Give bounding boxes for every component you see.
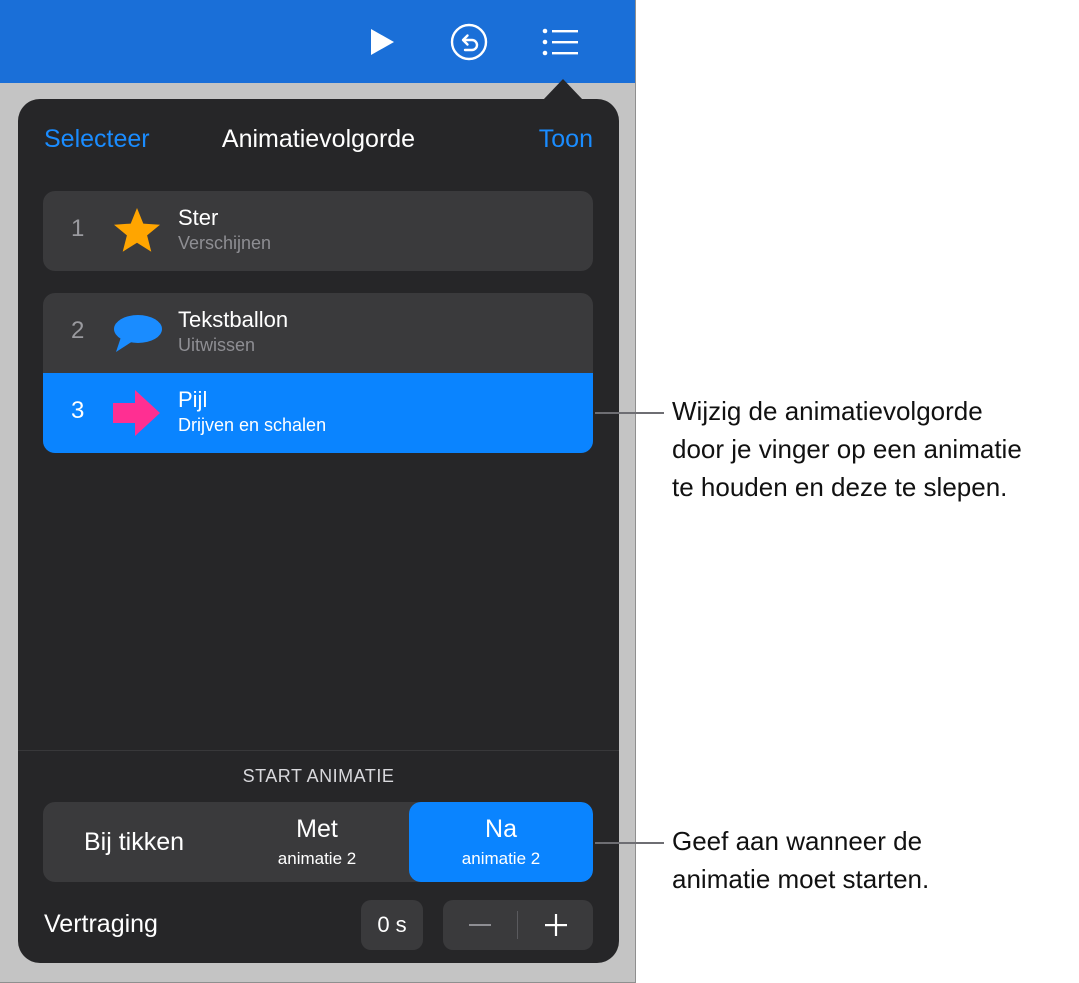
start-animation-segmented-control: Bij tikken Met animatie 2 Na animatie 2 [43, 802, 593, 882]
delay-stepper [443, 900, 593, 950]
segment-on-tap[interactable]: Bij tikken [43, 802, 225, 882]
animation-order-popover: Selecteer Animatievolgorde Toon 1 Ster V… [18, 99, 619, 963]
animation-row-speech-bubble[interactable]: 2 Tekstballon Uitwissen [43, 293, 593, 373]
segment-sublabel: animatie 2 [277, 849, 357, 868]
animation-name: Pijl [178, 387, 208, 412]
delay-value-field[interactable]: 0 s [361, 900, 423, 950]
popover-arrow [543, 79, 583, 100]
undo-button[interactable] [449, 22, 489, 62]
delay-label: Vertraging [44, 910, 158, 938]
animation-number: 2 [71, 317, 85, 344]
animation-number: 3 [71, 397, 85, 424]
section-divider [18, 750, 619, 751]
segment-label: Na [485, 815, 517, 843]
segment-label: Bij tikken [83, 828, 185, 856]
decrement-button[interactable] [443, 900, 517, 950]
animation-number: 1 [71, 215, 85, 242]
animation-row-star[interactable]: 1 Ster Verschijnen [43, 191, 593, 271]
animation-group-1: 1 Ster Verschijnen [43, 191, 593, 271]
callout-leader-line [595, 412, 664, 414]
animation-name: Ster [178, 205, 219, 230]
segment-with-animation[interactable]: Met animatie 2 [225, 802, 409, 882]
increment-button[interactable] [519, 900, 593, 950]
animation-row-arrow[interactable]: 3 Pijl Drijven en schalen [43, 373, 593, 453]
callout-start: Geef aan wanneer de animatie moet starte… [672, 826, 930, 894]
undo-icon [450, 23, 488, 61]
list-icon [542, 28, 578, 56]
toolbar [0, 0, 635, 83]
arrow-icon [113, 390, 160, 436]
callout-reorder: Wijzig de animatievolgorde door je vinge… [672, 396, 1022, 502]
animation-effect: Uitwissen [178, 335, 256, 355]
popover-title: Animatievolgorde [221, 125, 416, 153]
segment-label: Met [296, 815, 338, 843]
callout-leader-line [595, 842, 664, 844]
animation-group-2: 2 Tekstballon Uitwissen 3 Pijl Drijven e… [43, 293, 593, 453]
segment-sublabel: animatie 2 [461, 849, 541, 868]
animation-effect: Drijven en schalen [178, 415, 327, 435]
stepper-divider [517, 911, 518, 939]
minus-icon [469, 924, 491, 926]
app-frame: Selecteer Animatievolgorde Toon 1 Ster V… [0, 0, 636, 983]
segment-after-animation[interactable]: Na animatie 2 [409, 802, 593, 882]
start-animation-heading: START ANIMATIE [242, 766, 395, 786]
speech-bubble-icon [114, 315, 162, 352]
plus-icon [545, 914, 567, 936]
animation-effect: Verschijnen [178, 233, 272, 253]
animation-list-button[interactable] [540, 22, 580, 62]
show-button[interactable]: Toon [539, 125, 593, 154]
play-icon [371, 29, 394, 55]
star-icon [114, 208, 160, 252]
animation-name: Tekstballon [178, 307, 289, 332]
play-button[interactable] [361, 22, 401, 62]
